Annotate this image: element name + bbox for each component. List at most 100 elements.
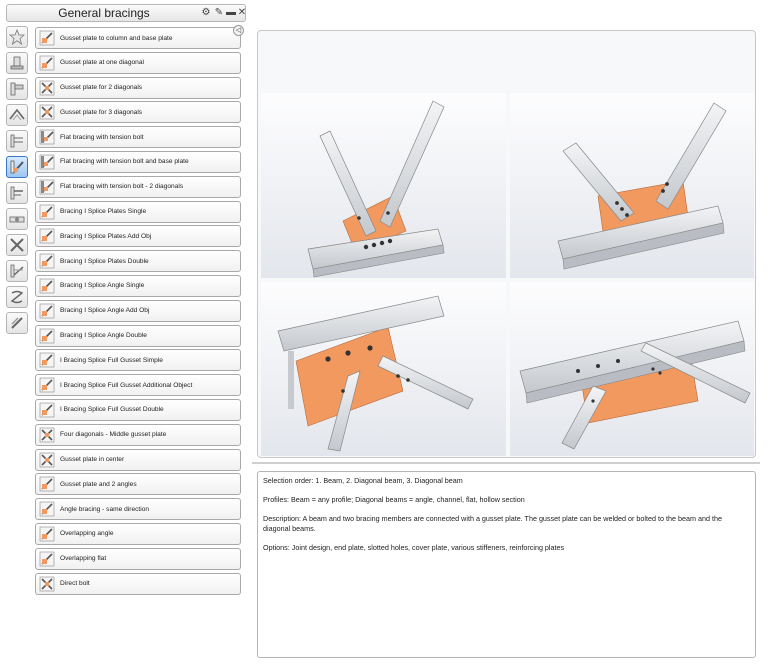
connection-list-item[interactable]: Angle bracing - same direction xyxy=(35,498,241,521)
tab-roof-bracing[interactable] xyxy=(6,104,28,126)
connection-list-item[interactable]: I Bracing Splice Full Gusset Simple xyxy=(35,349,241,372)
connection-thumbnail-icon xyxy=(39,402,55,418)
connection-thumbnail-icon xyxy=(39,501,55,517)
gear-icon[interactable]: ⚙ xyxy=(200,6,212,20)
connection-thumbnail-icon xyxy=(39,452,55,467)
connection-label: Bracing I Splice Angle Add Obj xyxy=(60,307,150,315)
connection-label: Angle bracing - same direction xyxy=(60,505,150,513)
tab-bolted-joints[interactable] xyxy=(6,208,28,230)
options-text: Options: Joint design, end plate, slotte… xyxy=(263,542,565,552)
connection-list-item[interactable]: Gusset plate and 2 angles xyxy=(35,473,241,496)
connection-list-item[interactable]: Bracing I Splice Plates Add Obj xyxy=(35,225,241,248)
tab-frame-joints[interactable] xyxy=(6,78,28,100)
connection-label: Flat bracing with tension bolt xyxy=(60,133,144,141)
connection-thumbnail-icon xyxy=(39,303,55,319)
connection-thumbnail-icon xyxy=(39,30,55,46)
beam-column-icon xyxy=(10,186,23,200)
tab-favorites[interactable] xyxy=(6,26,28,48)
truss-icon xyxy=(10,264,24,278)
connection-list-item[interactable]: Gusset plate to column and base plate xyxy=(35,27,241,49)
connection-label: I Bracing Splice Full Gusset Double xyxy=(60,406,164,414)
connection-list-item[interactable]: Flat bracing with tension bolt - 2 diago… xyxy=(35,175,241,198)
connection-list-item[interactable]: Bracing I Splice Angle Add Obj xyxy=(35,299,241,322)
diagonal-bracing-icon xyxy=(10,160,24,174)
connection-thumbnail-icon xyxy=(39,278,55,294)
description-panel: Selection order: 1. Beam, 2. Diagonal be… xyxy=(257,471,756,658)
connection-preview xyxy=(257,30,756,458)
preview-illustration xyxy=(261,93,754,456)
tab-general-bracings[interactable] xyxy=(6,156,28,178)
connection-thumbnail-icon xyxy=(39,353,55,368)
connection-list-item[interactable]: I Bracing Splice Full Gusset Double xyxy=(35,398,241,421)
tab-base-plates[interactable] xyxy=(6,52,28,74)
connection-list-item[interactable]: Overlapping flat xyxy=(35,547,241,570)
connection-list-item[interactable]: Four diagonals - Middle gusset plate xyxy=(35,423,241,446)
cross-bracing-icon xyxy=(10,238,24,252)
connection-list: Gusset plate to column and base plate Gus… xyxy=(35,27,241,597)
profiles-text: Profiles: Beam = any profile; Diagonal b… xyxy=(263,495,525,504)
connection-label: Direct bolt xyxy=(60,580,90,588)
connection-label: Bracing I Splice Plates Single xyxy=(60,208,147,216)
collapse-arrow-icon[interactable]: ◁ xyxy=(233,25,244,36)
connection-label: I Bracing Splice Full Gusset Additional … xyxy=(60,381,193,389)
connection-label: Gusset plate to column and base plate xyxy=(60,34,173,42)
connection-thumbnail-icon xyxy=(39,253,55,269)
frame-joint-icon xyxy=(10,82,24,96)
connection-thumbnail-icon xyxy=(39,427,55,443)
connection-label: Flat bracing with tension bolt and base … xyxy=(60,158,189,166)
connection-list-item[interactable]: Gusset plate at one diagonal xyxy=(35,51,241,74)
connection-label: Bracing I Splice Angle Single xyxy=(60,282,145,290)
panel-splitter[interactable] xyxy=(252,462,760,464)
connection-thumbnail-icon xyxy=(39,154,55,170)
pin-icon[interactable]: ✎ xyxy=(213,6,225,20)
connection-list-item[interactable]: I Bracing Splice Full Gusset Additional … xyxy=(35,374,241,397)
connection-label: Overlapping flat xyxy=(60,555,107,563)
connection-thumbnail-icon xyxy=(39,377,55,393)
connection-label: Bracing I Splice Plates Double xyxy=(60,257,149,265)
connection-list-item[interactable]: Flat bracing with tension bolt xyxy=(35,126,241,149)
connection-thumbnail-icon xyxy=(39,129,55,145)
connection-label: I Bracing Splice Full Gusset Simple xyxy=(60,356,163,364)
connection-thumbnail-icon xyxy=(39,229,55,244)
connection-list-item[interactable]: Flat bracing with tension bolt and base … xyxy=(35,150,241,173)
category-toolbar xyxy=(6,26,31,338)
splice-icon xyxy=(10,290,24,304)
tab-miscellaneous[interactable] xyxy=(6,312,28,334)
roof-bracing-icon xyxy=(9,108,25,121)
connection-thumbnail-icon xyxy=(39,80,55,95)
connection-label: Four diagonals - Middle gusset plate xyxy=(60,431,167,439)
connection-label: Bracing I Splice Plates Add Obj xyxy=(60,232,152,240)
connection-label: Flat bracing with tension bolt - 2 diago… xyxy=(60,183,184,191)
tab-truss-joints[interactable] xyxy=(6,260,28,282)
connection-thumbnail-icon xyxy=(39,55,55,71)
tab-beam-to-column[interactable] xyxy=(6,182,28,204)
close-icon[interactable]: ✕ xyxy=(236,6,248,20)
connection-list-item[interactable]: Gusset plate for 2 diagonals xyxy=(35,76,241,99)
connection-thumbnail-icon xyxy=(39,204,55,219)
panel-title: General bracings xyxy=(58,6,150,20)
connection-list-item[interactable]: Direct bolt xyxy=(35,572,241,595)
connection-list-item[interactable]: Gusset plate in center xyxy=(35,448,241,471)
tab-stair-joints[interactable] xyxy=(6,130,28,152)
tab-cross-bracings[interactable] xyxy=(6,234,28,256)
connection-thumbnail-icon xyxy=(39,526,55,542)
connection-list-item[interactable]: Bracing I Splice Angle Double xyxy=(35,324,241,347)
connection-list-item[interactable]: Bracing I Splice Angle Single xyxy=(35,274,241,297)
connection-thumbnail-icon xyxy=(39,328,55,343)
base-plate-icon xyxy=(10,56,24,70)
tab-splices[interactable] xyxy=(6,286,28,308)
connection-thumbnail-icon xyxy=(39,551,55,567)
connection-list-item[interactable]: Overlapping angle xyxy=(35,522,241,545)
connection-label: Gusset plate at one diagonal xyxy=(60,59,144,67)
connection-label: Gusset plate for 3 diagonals xyxy=(60,108,143,116)
bolt-joint-icon xyxy=(9,216,25,223)
connection-list-item[interactable]: Bracing I Splice Plates Single xyxy=(35,200,241,223)
connection-label: Gusset plate and 2 angles xyxy=(60,480,137,488)
selection-order-text: Selection order: 1. Beam, 2. Diagonal be… xyxy=(263,476,463,485)
connection-label: Overlapping angle xyxy=(60,530,114,538)
star-icon xyxy=(9,29,25,45)
connection-thumbnail-icon xyxy=(39,105,55,120)
connection-list-item[interactable]: Bracing I Splice Plates Double xyxy=(35,250,241,273)
stair-icon xyxy=(10,134,23,148)
connection-list-item[interactable]: Gusset plate for 3 diagonals xyxy=(35,101,241,124)
